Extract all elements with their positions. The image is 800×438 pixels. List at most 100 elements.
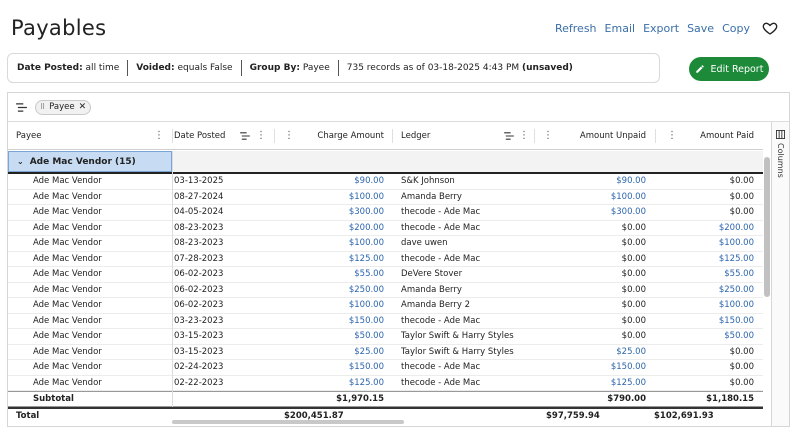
table-row[interactable]: Ade Mac Vendor 06-02-2023 $250.00 Amanda Be… (8, 283, 763, 298)
cell-charge: $50.00 (354, 331, 384, 341)
cell-unpaid: $0.00 (621, 222, 646, 233)
table-row[interactable]: Ade Mac Vendor 08-27-2024 $100.00 Amanda Be… (8, 190, 763, 205)
cell-paid: $200.00 (718, 222, 754, 233)
chevron-down-icon[interactable]: ⌄ (17, 157, 24, 166)
group-rows-icon[interactable] (504, 122, 514, 150)
table-row[interactable]: Ade Mac Vendor 07-28-2023 $125.00 thecode -… (8, 252, 763, 267)
cell-unpaid: $125.00 (610, 377, 646, 388)
filter-date-posted[interactable]: Date Posted: all time (17, 63, 127, 73)
scrollbar-thumb[interactable] (764, 157, 770, 297)
column-separator[interactable] (655, 129, 656, 143)
table-row[interactable]: Ade Mac Vendor 04-05-2024 $300.00 thecode -… (8, 205, 763, 221)
header-ledger[interactable]: Ledger (401, 122, 430, 150)
heart-icon[interactable] (762, 20, 778, 36)
cell-charge: $90.00 (354, 176, 384, 186)
cell-payee: Ade Mac Vendor (33, 362, 102, 372)
side-panel: Columns (771, 122, 789, 426)
page-title: Payables (11, 16, 107, 40)
cell-ledger: S&K Johnson (401, 176, 455, 186)
cell-unpaid: $0.00 (621, 284, 646, 295)
cell-date: 08-27-2024 (174, 191, 224, 202)
column-menu-icon[interactable]: ⋮ (543, 122, 553, 150)
save-link[interactable]: Save (687, 22, 714, 35)
group-rows-icon (16, 102, 27, 112)
cell-paid: $100.00 (718, 238, 754, 248)
column-menu-icon[interactable]: ⋮ (256, 122, 266, 150)
cell-paid: $125.00 (718, 253, 754, 264)
cell-charge: $300.00 (348, 207, 384, 217)
column-separator[interactable] (172, 129, 173, 143)
cell-unpaid: $0.00 (621, 300, 646, 310)
table-row[interactable]: Ade Mac Vendor 03-15-2023 $25.00 Taylor Swi… (8, 345, 763, 360)
cell-payee: Ade Mac Vendor (33, 191, 102, 202)
cell-date: 06-02-2023 (174, 269, 224, 279)
column-separator[interactable] (274, 129, 275, 143)
cell-paid: $250.00 (718, 284, 754, 295)
cell-date: 04-05-2024 (174, 207, 224, 217)
group-chip-payee[interactable]: ⠿ Payee ✕ (35, 99, 92, 115)
cell-unpaid: $90.00 (616, 176, 646, 186)
column-menu-icon[interactable]: ⋮ (519, 122, 529, 150)
cell-paid: $0.00 (729, 346, 754, 357)
table-row[interactable]: Ade Mac Vendor 08-23-2023 $200.00 thecode -… (8, 221, 763, 236)
filter-group-by[interactable]: Group By: Payee (242, 63, 338, 73)
columns-icon (776, 130, 785, 139)
group-cell-payee[interactable]: ⌄ Ade Mac Vendor (15) (8, 151, 172, 172)
cell-charge: $100.00 (348, 300, 384, 310)
refresh-link[interactable]: Refresh (555, 22, 597, 35)
cell-charge: $100.00 (348, 191, 384, 202)
cell-charge: $125.00 (348, 253, 384, 264)
column-separator[interactable] (534, 129, 535, 143)
cell-payee: Ade Mac Vendor (33, 284, 102, 295)
table-row[interactable]: Ade Mac Vendor 02-24-2023 $150.00 thecode -… (8, 360, 763, 376)
table-row[interactable]: Ade Mac Vendor 06-02-2023 $100.00 Amanda Be… (8, 298, 763, 314)
header-payee[interactable]: Payee (16, 122, 41, 150)
header-date-posted[interactable]: Date Posted (174, 122, 225, 150)
cell-ledger: thecode - Ade Mac (401, 362, 481, 372)
cell-unpaid: $25.00 (616, 346, 646, 357)
header-charge-amount[interactable]: Charge Amount (308, 122, 384, 150)
filter-voided[interactable]: Voided: equals False (128, 63, 240, 73)
header-amount-paid[interactable]: Amount Paid (688, 122, 754, 150)
cell-ledger: thecode - Ade Mac (401, 315, 481, 326)
cell-date: 03-13-2025 (174, 176, 224, 186)
email-link[interactable]: Email (605, 22, 636, 35)
group-rows-icon[interactable] (240, 122, 250, 150)
edit-report-button[interactable]: Edit Report (689, 57, 769, 81)
header-amount-unpaid[interactable]: Amount Unpaid (568, 122, 646, 150)
column-separator[interactable] (392, 129, 393, 143)
columns-tab[interactable]: Columns (776, 130, 785, 178)
cell-payee: Ade Mac Vendor (33, 269, 102, 279)
cell-paid: $100.00 (718, 300, 754, 310)
cell-ledger: thecode - Ade Mac (401, 377, 481, 388)
cell-unpaid: $300.00 (610, 207, 646, 217)
table-row[interactable]: Ade Mac Vendor 03-13-2025 $90.00 S&K Johnso… (8, 174, 763, 190)
column-menu-icon[interactable]: ⋮ (667, 122, 677, 150)
table-row[interactable]: Ade Mac Vendor 02-22-2023 $125.00 thecode -… (8, 376, 763, 391)
cell-date: 08-23-2023 (174, 238, 224, 248)
cell-ledger: dave uwen (401, 238, 448, 248)
table-row[interactable]: Ade Mac Vendor 08-23-2023 $100.00 dave uwen… (8, 236, 763, 252)
group-row[interactable]: ⌄ Ade Mac Vendor (15) (8, 151, 763, 174)
cell-charge: $150.00 (348, 362, 384, 372)
drag-handle-icon[interactable]: ⠿ (40, 103, 45, 111)
cell-charge: $25.00 (354, 346, 384, 357)
export-link[interactable]: Export (643, 22, 679, 35)
column-menu-icon[interactable]: ⋮ (154, 122, 164, 150)
column-menu-icon[interactable]: ⋮ (284, 122, 294, 150)
cell-paid: $50.00 (724, 331, 754, 341)
cell-unpaid: $0.00 (621, 253, 646, 264)
cell-date: 06-02-2023 (174, 284, 224, 295)
cell-ledger: Taylor Swift & Harry Styles (401, 346, 514, 357)
copy-link[interactable]: Copy (722, 22, 750, 35)
vertical-scrollbar[interactable] (763, 151, 771, 407)
table-row[interactable]: Ade Mac Vendor 06-02-2023 $55.00 DeVere Sto… (8, 267, 763, 283)
close-icon[interactable]: ✕ (79, 102, 87, 112)
table-row[interactable]: Ade Mac Vendor 03-15-2023 $50.00 Taylor Swi… (8, 329, 763, 345)
cell-ledger: Amanda Berry 2 (401, 300, 471, 310)
horizontal-scrollbar[interactable] (172, 420, 404, 424)
total-label: Total (16, 411, 40, 421)
pinned-column-divider (172, 151, 173, 407)
table-row[interactable]: Ade Mac Vendor 03-23-2023 $150.00 thecode -… (8, 314, 763, 329)
filter-summary-bar[interactable]: Date Posted: all time Voided: equals Fal… (7, 53, 660, 83)
